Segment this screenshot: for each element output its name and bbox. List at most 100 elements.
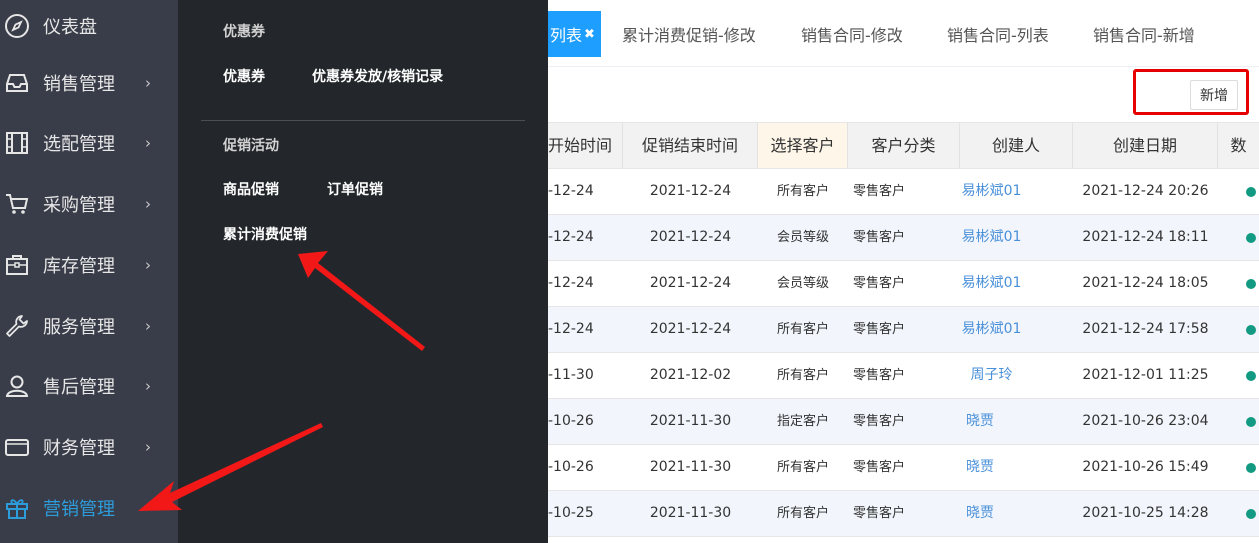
gift-icon (4, 495, 30, 521)
status-dot (1246, 463, 1256, 473)
cell-created: 2021-10-26 15:49 (1082, 459, 1209, 475)
status-dot (1246, 509, 1256, 519)
cell-creator[interactable]: 易彬斌01 (960, 307, 1023, 352)
cell-created: 2021-12-01 11:25 (1082, 367, 1209, 383)
chevron-right-icon: › (145, 377, 151, 395)
cell-end: 2021-12-02 (649, 367, 732, 383)
column-header-creator[interactable]: 创建人 (960, 123, 1073, 168)
column-header-customer[interactable]: 选择客户 (758, 123, 848, 168)
cell-creator[interactable]: 易彬斌01 (960, 215, 1023, 260)
sidebar-item-dashboard[interactable]: 仪表盘 (0, 0, 178, 56)
cell-creator[interactable]: 易彬斌01 (960, 261, 1023, 306)
sidebar-item-label: 选配管理 (43, 134, 115, 155)
status-dot (1246, 279, 1256, 289)
table-row[interactable]: -11-30 2021-12-02 所有客户 零售客户 周子玲 2021-12-… (548, 353, 1259, 399)
cell-category: 零售客户 (852, 230, 905, 245)
cell-end: 2021-12-24 (649, 183, 732, 199)
close-icon[interactable]: ✖ (584, 27, 595, 42)
sidebar-item-aftersales[interactable]: 售后管理 › (0, 356, 178, 416)
sidebar-item-finance[interactable]: 财务管理 › (0, 417, 178, 477)
cell-customer: 会员等级 (776, 230, 829, 245)
sidebar-item-sales[interactable]: 销售管理 › (0, 53, 178, 113)
add-button[interactable]: 新增 (1190, 80, 1238, 110)
submenu-link-order-promotion[interactable]: 订单促销 (327, 179, 383, 199)
cell-creator[interactable]: 周子玲 (960, 353, 1023, 398)
column-header-customer-category[interactable]: 客户分类 (848, 123, 960, 168)
sidebar-item-marketing[interactable]: 营销管理 (0, 478, 178, 538)
tab-bar: 列表 ✖ 累计消费促销-修改 销售合同-修改 销售合同-列表 销售合同-新增 (548, 0, 1259, 67)
table-row[interactable]: -12-24 2021-12-24 所有客户 零售客户 易彬斌01 2021-1… (548, 307, 1259, 353)
cell-start: -10-25 (548, 505, 594, 521)
cell-start: -10-26 (548, 413, 594, 429)
sidebar-item-label: 销售管理 (43, 74, 115, 95)
cell-creator[interactable]: 晓贾 (960, 445, 1000, 490)
sidebar-item-options[interactable]: 选配管理 › (0, 113, 178, 173)
cell-customer: 所有客户 (776, 184, 829, 199)
cell-category: 零售客户 (852, 322, 905, 337)
sidebar-item-label: 营销管理 (43, 499, 115, 520)
tab-cumulative-promotion-edit[interactable]: 累计消费促销-修改 (622, 22, 756, 46)
cell-category: 零售客户 (852, 368, 905, 383)
cell-customer: 所有客户 (776, 506, 829, 521)
chevron-right-icon: › (145, 438, 151, 456)
wrench-icon (4, 313, 30, 339)
sidebar-item-service[interactable]: 服务管理 › (0, 296, 178, 356)
tab-label: 列表 (550, 26, 583, 45)
tab-sales-contract-edit[interactable]: 销售合同-修改 (801, 22, 903, 46)
chevron-right-icon: › (145, 74, 151, 92)
film-icon (4, 130, 30, 156)
marketing-submenu: 优惠券 优惠券 优惠券发放/核销记录 促销活动 商品促销 订单促销 累计消费促销 (178, 0, 548, 543)
sidebar-item-label: 采购管理 (43, 195, 115, 216)
submenu-divider (201, 120, 525, 121)
cell-creator[interactable]: 易彬斌01 (960, 169, 1023, 214)
cell-created: 2021-12-24 18:05 (1082, 275, 1209, 291)
table-row[interactable]: -12-24 2021-12-24 会员等级 零售客户 易彬斌01 2021-1… (548, 215, 1259, 261)
cell-start: -12-24 (548, 275, 594, 291)
sidebar-item-label: 库存管理 (43, 256, 115, 277)
tab-list-active[interactable]: 列表 ✖ (548, 11, 601, 57)
sidebar-item-label: 财务管理 (43, 438, 115, 459)
column-header-end-time[interactable]: 促销结束时间 (623, 123, 758, 168)
sidebar: 仪表盘 销售管理 › 选配管理 › 采购管理 › 库存管理 › 服务管理 › 售… (0, 0, 178, 543)
table-row[interactable]: -12-24 2021-12-24 所有客户 零售客户 易彬斌01 2021-1… (548, 169, 1259, 215)
cell-category: 零售客户 (852, 184, 905, 199)
column-header-start-time[interactable]: 开始时间 (548, 123, 623, 168)
table-row[interactable]: -10-26 2021-11-30 指定客户 零售客户 晓贾 2021-10-2… (548, 399, 1259, 445)
cell-created: 2021-12-24 18:11 (1082, 229, 1209, 245)
cell-customer: 所有客户 (776, 460, 829, 475)
cell-end: 2021-11-30 (649, 459, 732, 475)
status-dot (1246, 371, 1256, 381)
inbox-icon (4, 70, 30, 96)
cell-customer: 指定客户 (776, 414, 829, 429)
submenu-link-coupon-records[interactable]: 优惠券发放/核销记录 (312, 66, 443, 86)
chevron-right-icon: › (145, 317, 151, 335)
tab-sales-contract-new[interactable]: 销售合同-新增 (1093, 22, 1195, 46)
table-row[interactable]: -10-26 2021-11-30 所有客户 零售客户 晓贾 2021-10-2… (548, 445, 1259, 491)
sidebar-item-label: 仪表盘 (43, 17, 97, 38)
sidebar-item-purchase[interactable]: 采购管理 › (0, 174, 178, 234)
cell-creator[interactable]: 晓贾 (960, 491, 1000, 536)
cell-start: -12-24 (548, 183, 594, 199)
cell-start: -12-24 (548, 229, 594, 245)
column-header-created-date[interactable]: 创建日期 (1073, 123, 1218, 168)
table-row[interactable]: -12-24 2021-12-24 会员等级 零售客户 易彬斌01 2021-1… (548, 261, 1259, 307)
sidebar-item-inventory[interactable]: 库存管理 › (0, 235, 178, 295)
cell-creator[interactable]: 晓贾 (960, 399, 1000, 444)
submenu-link-cumulative-promotion[interactable]: 累计消费促销 (223, 224, 307, 244)
cell-start: -12-24 (548, 321, 594, 337)
cell-customer: 所有客户 (776, 322, 829, 337)
column-header-count[interactable]: 数 (1218, 123, 1259, 168)
chevron-right-icon: › (145, 256, 151, 274)
tab-sales-contract-list[interactable]: 销售合同-列表 (947, 22, 1049, 46)
submenu-link-product-promotion[interactable]: 商品促销 (223, 179, 279, 199)
compass-icon (4, 13, 30, 39)
table-row[interactable]: -10-25 2021-11-30 所有客户 零售客户 晓贾 2021-10-2… (548, 491, 1259, 537)
cell-end: 2021-11-30 (649, 413, 732, 429)
toolbar: 新增 (548, 67, 1259, 122)
submenu-link-coupon[interactable]: 优惠券 (223, 66, 265, 86)
cart-icon (4, 191, 30, 217)
table-header: 开始时间 促销结束时间 选择客户 客户分类 创建人 创建日期 数 (548, 122, 1259, 169)
chevron-right-icon: › (145, 195, 151, 213)
cell-end: 2021-12-24 (649, 321, 732, 337)
cell-category: 零售客户 (852, 414, 905, 429)
